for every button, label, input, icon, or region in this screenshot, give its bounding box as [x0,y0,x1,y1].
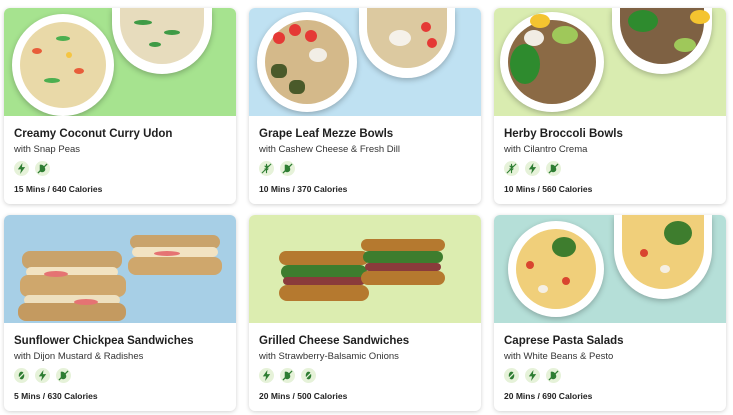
meal-photo [249,215,481,323]
diet-badges [504,161,716,176]
meal-grid: Creamy Coconut Curry Udon with Snap Peas… [0,0,733,415]
quick-icon [35,368,50,383]
no-dairy-icon [280,368,295,383]
meal-photo [494,215,726,323]
diet-badges [259,368,471,383]
diet-badges [14,161,226,176]
no-nuts-icon [301,368,316,383]
no-nuts-icon [504,368,519,383]
meal-card[interactable]: Herby Broccoli Bowls with Cilantro Crema… [494,8,726,204]
meal-subtitle: with Cashew Cheese & Fresh Dill [259,144,400,155]
meal-time-calories: 10 Mins / 370 Calories [259,184,348,194]
meal-card[interactable]: Grilled Cheese Sandwiches with Strawberr… [249,215,481,411]
meal-time-calories: 20 Mins / 690 Calories [504,391,593,401]
meal-subtitle: with White Beans & Pesto [504,351,614,362]
no-dairy-icon [280,161,295,176]
meal-card[interactable]: Grape Leaf Mezze Bowls with Cashew Chees… [249,8,481,204]
meal-time-calories: 5 Mins / 630 Calories [14,391,98,401]
meal-time-calories: 20 Mins / 500 Calories [259,391,348,401]
diet-badges [504,368,716,383]
quick-icon [14,161,29,176]
no-dairy-icon [546,161,561,176]
no-gluten-icon [259,161,274,176]
no-gluten-icon [504,161,519,176]
meal-title[interactable]: Sunflower Chickpea Sandwiches [14,334,226,348]
meal-subtitle: with Cilantro Crema [504,144,588,155]
meal-subtitle: with Dijon Mustard & Radishes [14,351,144,362]
meal-subtitle: with Strawberry-Balsamic Onions [259,351,399,362]
meal-photo [494,8,726,116]
meal-time-calories: 15 Mins / 640 Calories [14,184,103,194]
meal-photo [4,215,236,323]
meal-title[interactable]: Grilled Cheese Sandwiches [259,334,471,348]
no-dairy-icon [546,368,561,383]
diet-badges [259,161,471,176]
no-nuts-icon [14,368,29,383]
meal-photo [249,8,481,116]
meal-card[interactable]: Caprese Pasta Salads with White Beans & … [494,215,726,411]
meal-subtitle: with Snap Peas [14,144,81,155]
meal-photo [4,8,236,116]
quick-icon [259,368,274,383]
meal-title[interactable]: Creamy Coconut Curry Udon [14,127,226,141]
quick-icon [525,368,540,383]
no-dairy-icon [35,161,50,176]
meal-time-calories: 10 Mins / 560 Calories [504,184,593,194]
meal-title[interactable]: Herby Broccoli Bowls [504,127,716,141]
diet-badges [14,368,226,383]
meal-card[interactable]: Sunflower Chickpea Sandwiches with Dijon… [4,215,236,411]
quick-icon [525,161,540,176]
no-dairy-icon [56,368,71,383]
meal-title[interactable]: Caprese Pasta Salads [504,334,716,348]
meal-card[interactable]: Creamy Coconut Curry Udon with Snap Peas… [4,8,236,204]
meal-title[interactable]: Grape Leaf Mezze Bowls [259,127,471,141]
